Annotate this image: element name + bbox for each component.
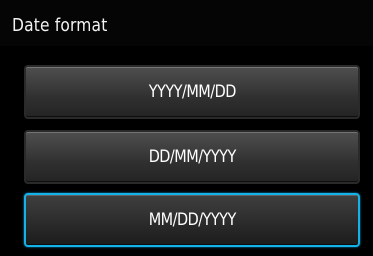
option-label: YYYY/MM/DD [148, 82, 236, 102]
option-dd-mm-yyyy-button[interactable]: DD/MM/YYYY [24, 130, 360, 184]
option-mm-dd-yyyy-button[interactable]: MM/DD/YYYY [24, 193, 360, 247]
header-bar: Date format [0, 0, 373, 46]
option-label: MM/DD/YYYY [148, 210, 236, 230]
date-format-screen: Date format YYYY/MM/DD DD/MM/YYYY MM/DD/… [0, 0, 373, 256]
option-label: DD/MM/YYYY [148, 147, 236, 167]
option-yyyy-mm-dd-button[interactable]: YYYY/MM/DD [24, 65, 360, 119]
page-title: Date format [12, 15, 108, 36]
